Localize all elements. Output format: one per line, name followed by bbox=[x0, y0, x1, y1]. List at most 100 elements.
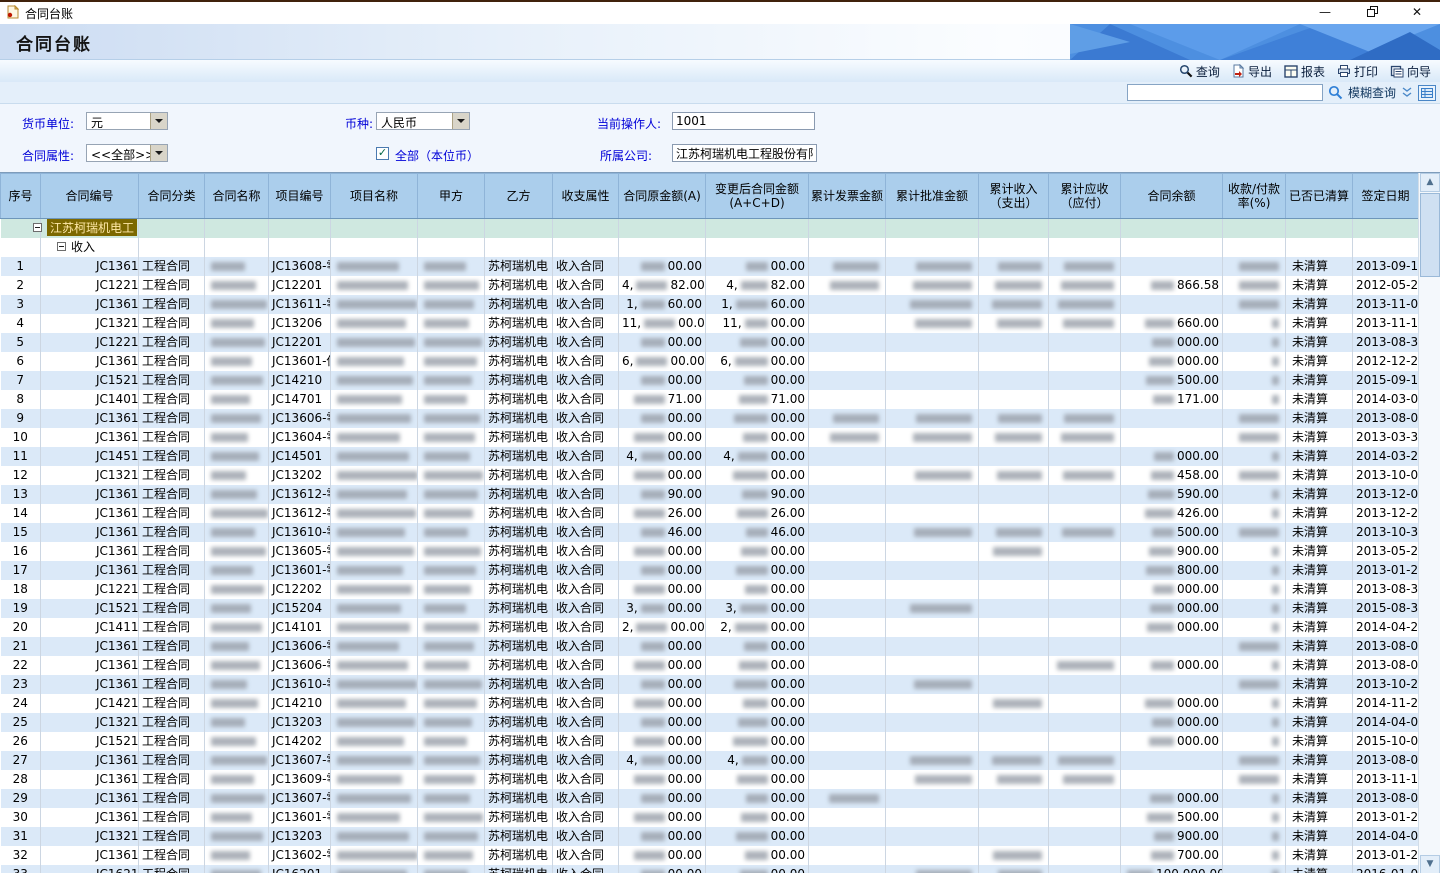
cell-project-name[interactable] bbox=[331, 523, 418, 542]
cell-category[interactable]: 工程合同 bbox=[139, 466, 205, 485]
cell-contract-name[interactable] bbox=[205, 865, 269, 873]
cell-party-a[interactable] bbox=[418, 618, 485, 637]
table-row[interactable]: 30JC136107工程合同JC13601-零苏柯瑞机电收入合同00.0000.… bbox=[1, 808, 1419, 827]
cell[interactable] bbox=[331, 238, 418, 257]
table-row[interactable]: 21JC136100工程合同JC13606-零苏柯瑞机电收入合同00.0000.… bbox=[1, 637, 1419, 656]
cell-category[interactable]: 工程合同 bbox=[139, 257, 205, 276]
cell-category[interactable]: 工程合同 bbox=[139, 580, 205, 599]
cell-contract-no[interactable]: JC136100 bbox=[41, 561, 139, 580]
cell-changed-amount[interactable]: 00.00 bbox=[706, 466, 809, 485]
cell-category[interactable]: 工程合同 bbox=[139, 732, 205, 751]
cell-seq[interactable]: 2 bbox=[1, 276, 41, 295]
cell-party-b[interactable]: 苏柯瑞机电 bbox=[485, 523, 553, 542]
cell-party-b[interactable]: 苏柯瑞机电 bbox=[485, 751, 553, 770]
table-row[interactable]: 1JC136100工程合同JC13608-零苏柯瑞机电收入合同00.0000.0… bbox=[1, 257, 1419, 276]
cell-seq[interactable]: 8 bbox=[1, 390, 41, 409]
scroll-up-icon[interactable]: ▲ bbox=[1420, 173, 1440, 192]
cell-cumulative[interactable] bbox=[1049, 485, 1121, 504]
company-input[interactable] bbox=[672, 144, 817, 162]
cell-date[interactable]: 2015-09-12 bbox=[1353, 371, 1419, 390]
export-button[interactable]: 导出 bbox=[1227, 61, 1277, 81]
cell-seq[interactable]: 3 bbox=[1, 295, 41, 314]
cell-seq[interactable]: 12 bbox=[1, 466, 41, 485]
table-row[interactable]: 28JC136100工程合同JC13609-零苏柯瑞机电收入合同00.0000.… bbox=[1, 770, 1419, 789]
cell[interactable] bbox=[1353, 219, 1419, 238]
cell-cumulative[interactable] bbox=[1049, 561, 1121, 580]
table-row[interactable]: 3JC136108工程合同JC13611-零苏柯瑞机电收入合同1,60.001,… bbox=[1, 295, 1419, 314]
cell-cumulative[interactable] bbox=[979, 789, 1049, 808]
cell-balance[interactable]: 458.00 bbox=[1121, 466, 1223, 485]
table-row[interactable]: 2JC122107工程合同JC12201苏柯瑞机电收入合同4,82.004,82… bbox=[1, 276, 1419, 295]
cell-orig-amount[interactable]: 00.00 bbox=[619, 656, 706, 675]
cell-party-b[interactable]: 苏柯瑞机电 bbox=[485, 409, 553, 428]
cell[interactable] bbox=[139, 219, 205, 238]
cell-cumulative[interactable] bbox=[809, 504, 886, 523]
cell-cumulative[interactable] bbox=[809, 333, 886, 352]
cell-project-name[interactable] bbox=[331, 257, 418, 276]
cell-balance[interactable]: 100,000.00 bbox=[1121, 865, 1223, 873]
cell-cumulative[interactable] bbox=[1049, 694, 1121, 713]
cell-settle[interactable]: 未清算 bbox=[1286, 732, 1353, 751]
cell-settle[interactable]: 未清算 bbox=[1286, 333, 1353, 352]
cell-seq[interactable]: 20 bbox=[1, 618, 41, 637]
cell-cumulative[interactable] bbox=[1049, 808, 1121, 827]
cell-cumulative[interactable] bbox=[886, 352, 979, 371]
cell-cumulative[interactable] bbox=[886, 580, 979, 599]
cell-inc-exp[interactable]: 收入合同 bbox=[553, 466, 619, 485]
cell-orig-amount[interactable]: 00.00 bbox=[619, 827, 706, 846]
cell-contract-no[interactable]: JC136100 bbox=[41, 751, 139, 770]
cell-contract-name[interactable] bbox=[205, 770, 269, 789]
cell-date[interactable]: 2013-10-24 bbox=[1353, 675, 1419, 694]
cell[interactable] bbox=[418, 238, 485, 257]
cell-inc-exp[interactable]: 收入合同 bbox=[553, 580, 619, 599]
cell-cumulative[interactable] bbox=[809, 618, 886, 637]
cell-cumulative[interactable] bbox=[1049, 865, 1121, 873]
cell-balance[interactable] bbox=[1121, 428, 1223, 447]
cell-rate[interactable] bbox=[1223, 827, 1286, 846]
cell[interactable] bbox=[205, 219, 269, 238]
cell-category[interactable]: 工程合同 bbox=[139, 827, 205, 846]
cell-cumulative[interactable] bbox=[886, 827, 979, 846]
cell-party-b[interactable]: 苏柯瑞机电 bbox=[485, 808, 553, 827]
cell-contract-no[interactable]: JC136101 bbox=[41, 656, 139, 675]
cell-project-no[interactable]: JC14101 bbox=[269, 618, 331, 637]
cell-party-a[interactable] bbox=[418, 485, 485, 504]
cell-cumulative[interactable] bbox=[886, 314, 979, 333]
cell-party-b[interactable]: 苏柯瑞机电 bbox=[485, 675, 553, 694]
cell[interactable] bbox=[553, 219, 619, 238]
cell-date[interactable]: 2016-01-05 bbox=[1353, 865, 1419, 873]
cell-cumulative[interactable] bbox=[886, 846, 979, 865]
cell-contract-name[interactable] bbox=[205, 580, 269, 599]
cell-cumulative[interactable] bbox=[979, 314, 1049, 333]
cell-date[interactable]: 2013-08-08 bbox=[1353, 409, 1419, 428]
cell-cumulative[interactable] bbox=[809, 561, 886, 580]
cell-party-b[interactable]: 苏柯瑞机电 bbox=[485, 732, 553, 751]
cell[interactable] bbox=[886, 219, 979, 238]
cell-balance[interactable]: 000.00 bbox=[1121, 789, 1223, 808]
cell-rate[interactable] bbox=[1223, 390, 1286, 409]
cell-cumulative[interactable] bbox=[886, 428, 979, 447]
cell-party-b[interactable]: 苏柯瑞机电 bbox=[485, 599, 553, 618]
cell-contract-no[interactable]: JC136100 bbox=[41, 637, 139, 656]
cell-project-no[interactable]: JC13606-零 bbox=[269, 409, 331, 428]
cell-cumulative[interactable] bbox=[809, 447, 886, 466]
cell-contract-no[interactable]: JC152118 bbox=[41, 599, 139, 618]
cell-changed-amount[interactable]: 4,00.00 bbox=[706, 447, 809, 466]
cell-cumulative[interactable] bbox=[1049, 333, 1121, 352]
cell-project-no[interactable]: JC13601-零 bbox=[269, 561, 331, 580]
cell-rate[interactable] bbox=[1223, 314, 1286, 333]
cell-date[interactable]: 2014-04-04 bbox=[1353, 713, 1419, 732]
cell-cumulative[interactable] bbox=[1049, 675, 1121, 694]
cell-contract-no[interactable]: JC136101 bbox=[41, 675, 139, 694]
cell-cumulative[interactable] bbox=[979, 656, 1049, 675]
cell-category[interactable]: 工程合同 bbox=[139, 789, 205, 808]
cell-contract-name[interactable] bbox=[205, 713, 269, 732]
table-row[interactable]: 13JC136115工程合同JC13612-零苏柯瑞机电收入合同90.0090.… bbox=[1, 485, 1419, 504]
cell-party-b[interactable]: 苏柯瑞机电 bbox=[485, 390, 553, 409]
cell-category[interactable]: 工程合同 bbox=[139, 314, 205, 333]
cell-cumulative[interactable] bbox=[979, 865, 1049, 873]
column-header[interactable]: 序号 bbox=[1, 174, 41, 219]
cell-cumulative[interactable] bbox=[809, 789, 886, 808]
cell-project-name[interactable] bbox=[331, 808, 418, 827]
cell-settle[interactable]: 未清算 bbox=[1286, 542, 1353, 561]
